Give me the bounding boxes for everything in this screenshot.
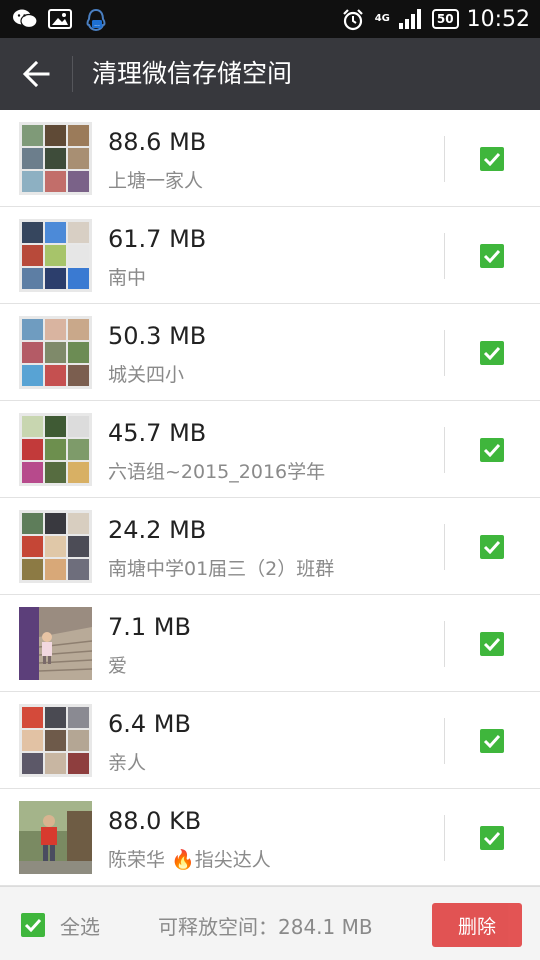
list-item[interactable]: 61.7 MB 南中 bbox=[0, 207, 540, 304]
list-item[interactable]: 50.3 MB 城关四小 bbox=[0, 304, 540, 401]
chat-name: 城关四小 bbox=[108, 364, 185, 386]
list-item[interactable]: 45.7 MB 六语组~2015_2016学年 bbox=[0, 401, 540, 498]
item-checkbox[interactable] bbox=[480, 438, 504, 462]
group-avatar bbox=[19, 413, 92, 486]
item-checkbox[interactable] bbox=[480, 632, 504, 656]
item-checkbox[interactable] bbox=[480, 535, 504, 559]
back-button[interactable] bbox=[0, 38, 72, 110]
item-checkbox[interactable] bbox=[480, 244, 504, 268]
storage-size: 61.7 MB bbox=[108, 225, 207, 253]
checkmark-icon bbox=[483, 637, 501, 651]
title-bar: 清理微信存储空间 bbox=[0, 38, 540, 110]
select-all-label[interactable]: 全选 bbox=[60, 911, 100, 940]
clock: 10:52 bbox=[466, 6, 530, 32]
delete-button[interactable]: 删除 bbox=[432, 903, 522, 947]
checkmark-icon bbox=[483, 443, 501, 457]
free-space-text: 可释放空间：284.1 MB bbox=[158, 915, 373, 939]
page-title: 清理微信存储空间 bbox=[92, 59, 293, 88]
chat-name: 六语组~2015_2016学年 bbox=[108, 461, 326, 483]
checkmark-icon bbox=[483, 831, 501, 845]
row-divider bbox=[444, 233, 445, 279]
status-bar: ... 4G 50 10:52 bbox=[0, 0, 540, 38]
chat-name: 陈荣华 🔥指尖达人 bbox=[108, 849, 271, 871]
contact-avatar bbox=[19, 607, 92, 680]
chat-name: 上塘一家人 bbox=[108, 170, 204, 192]
checkmark-icon bbox=[24, 918, 42, 932]
storage-size: 24.2 MB bbox=[108, 516, 207, 544]
row-divider bbox=[444, 330, 445, 376]
row-divider bbox=[444, 524, 445, 570]
group-avatar bbox=[19, 219, 92, 292]
svg-text:...: ... bbox=[94, 21, 100, 28]
storage-size: 45.7 MB bbox=[108, 419, 207, 447]
signal-icon bbox=[398, 8, 424, 30]
item-checkbox[interactable] bbox=[480, 826, 504, 850]
list-item[interactable]: 6.4 MB 亲人 bbox=[0, 692, 540, 789]
item-checkbox[interactable] bbox=[480, 147, 504, 171]
gallery-notification-icon bbox=[48, 8, 74, 30]
storage-size: 50.3 MB bbox=[108, 322, 207, 350]
checkmark-icon bbox=[483, 734, 501, 748]
group-avatar bbox=[19, 510, 92, 583]
checkmark-icon bbox=[483, 540, 501, 554]
title-divider bbox=[72, 56, 73, 92]
checkmark-icon bbox=[483, 249, 501, 263]
chat-name: 亲人 bbox=[108, 752, 147, 774]
storage-size: 88.0 KB bbox=[108, 807, 202, 835]
checkmark-icon bbox=[483, 346, 501, 360]
network-type-label: 4G bbox=[374, 13, 390, 24]
chat-storage-list: 88.6 MB 上塘一家人 61.7 MB 南中 50.3 MB 城关四小 45… bbox=[0, 110, 540, 886]
bottom-bar: 全选 可释放空间：284.1 MB 删除 bbox=[0, 886, 540, 960]
wechat-notification-icon bbox=[12, 8, 38, 30]
chat-name: 南塘中学01届三（2）班群 bbox=[108, 558, 335, 580]
group-avatar bbox=[19, 316, 92, 389]
chat-name: 爱 bbox=[108, 655, 128, 677]
group-avatar bbox=[19, 122, 92, 195]
alarm-icon bbox=[341, 8, 367, 31]
item-checkbox[interactable] bbox=[480, 341, 504, 365]
row-divider bbox=[444, 815, 445, 861]
item-checkbox[interactable] bbox=[480, 729, 504, 753]
list-item[interactable]: 88.6 MB 上塘一家人 bbox=[0, 110, 540, 207]
battery-indicator: 50 bbox=[431, 9, 459, 29]
row-divider bbox=[444, 136, 445, 182]
list-item[interactable]: 7.1 MB 爱 bbox=[0, 595, 540, 692]
select-all-checkbox[interactable] bbox=[21, 913, 45, 937]
checkmark-icon bbox=[483, 152, 501, 166]
list-item[interactable]: 24.2 MB 南塘中学01届三（2）班群 bbox=[0, 498, 540, 595]
row-divider bbox=[444, 621, 445, 667]
list-item[interactable]: 88.0 KB 陈荣华 🔥指尖达人 bbox=[0, 789, 540, 886]
row-divider bbox=[444, 718, 445, 764]
storage-size: 6.4 MB bbox=[108, 710, 191, 738]
row-divider bbox=[444, 427, 445, 473]
storage-size: 88.6 MB bbox=[108, 128, 207, 156]
chat-name: 南中 bbox=[108, 267, 147, 289]
qq-notification-icon: ... bbox=[84, 8, 110, 32]
back-arrow-icon bbox=[22, 60, 50, 88]
group-avatar bbox=[19, 704, 92, 777]
storage-size: 7.1 MB bbox=[108, 613, 191, 641]
contact-avatar bbox=[19, 801, 92, 874]
